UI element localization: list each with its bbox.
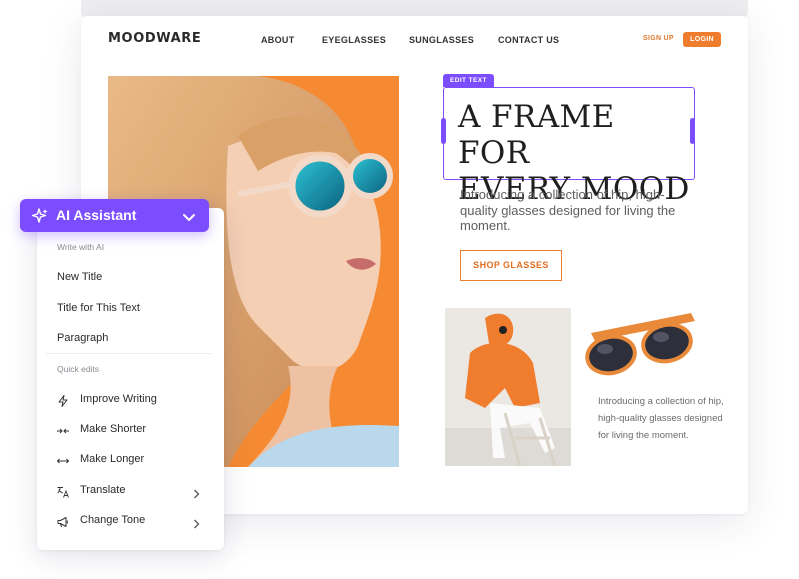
nav-about[interactable]: ABOUT bbox=[261, 35, 295, 45]
menu-item-make-shorter[interactable]: Make Shorter bbox=[57, 421, 207, 439]
edit-text-tag[interactable]: EDIT TEXT bbox=[443, 74, 494, 87]
headline-line-1: A FRAME FOR bbox=[458, 99, 615, 171]
chevron-down-icon[interactable] bbox=[183, 210, 195, 228]
expand-arrows-icon bbox=[56, 454, 70, 466]
section-label-quick-edits: Quick edits bbox=[57, 364, 100, 374]
nav-eyeglasses[interactable]: EYEGLASSES bbox=[322, 35, 386, 45]
model-photo bbox=[445, 308, 571, 466]
menu-item-change-tone[interactable]: Change Tone bbox=[57, 512, 207, 530]
ai-assistant-header[interactable]: AI Assistant bbox=[20, 199, 209, 232]
menu-item-improve-writing[interactable]: Improve Writing bbox=[57, 391, 207, 409]
headline-selection-box[interactable]: A FRAME FOR EVERY MOOD bbox=[441, 87, 695, 207]
signup-link[interactable]: SIGN UP bbox=[643, 35, 674, 42]
compress-arrows-icon bbox=[57, 424, 69, 436]
translate-icon bbox=[57, 485, 69, 498]
section-label-write: Write with AI bbox=[57, 242, 105, 252]
nav-sunglasses[interactable]: SUNGLASSES bbox=[409, 35, 474, 45]
site-logo[interactable]: MOODWARE bbox=[108, 31, 201, 46]
menu-item-label: Change Tone bbox=[80, 514, 146, 526]
sunglasses-product-image bbox=[581, 303, 707, 393]
chevron-right-icon bbox=[193, 486, 200, 504]
lightning-icon bbox=[57, 394, 69, 407]
megaphone-icon bbox=[57, 515, 69, 528]
menu-item-new-title[interactable]: New Title bbox=[57, 271, 102, 283]
resize-handle-left[interactable] bbox=[441, 118, 446, 144]
menu-item-translate[interactable]: Translate bbox=[57, 482, 207, 500]
menu-item-label: Make Longer bbox=[80, 453, 145, 465]
menu-item-label: Improve Writing bbox=[80, 393, 157, 405]
login-button[interactable]: LOGIN bbox=[683, 32, 721, 47]
menu-item-title-for-text[interactable]: Title for This Text bbox=[57, 302, 140, 314]
menu-item-label: Translate bbox=[80, 484, 126, 496]
resize-handle-right[interactable] bbox=[690, 118, 695, 144]
menu-item-make-longer[interactable]: Make Longer bbox=[56, 451, 207, 469]
shop-glasses-button[interactable]: SHOP GLASSES bbox=[460, 250, 562, 281]
menu-item-label: Make Shorter bbox=[80, 423, 147, 435]
sparkle-icon bbox=[31, 208, 48, 229]
hero-intro-text: Introducing a collection of hip, high-qu… bbox=[460, 187, 676, 233]
nav-contact-us[interactable]: CONTACT US bbox=[498, 35, 559, 45]
ai-assistant-title: AI Assistant bbox=[56, 207, 137, 223]
menu-divider bbox=[46, 353, 212, 354]
menu-item-paragraph[interactable]: Paragraph bbox=[57, 332, 108, 344]
chevron-right-icon bbox=[193, 516, 200, 534]
product-description: Introducing a collection of hip, high-qu… bbox=[598, 396, 724, 441]
